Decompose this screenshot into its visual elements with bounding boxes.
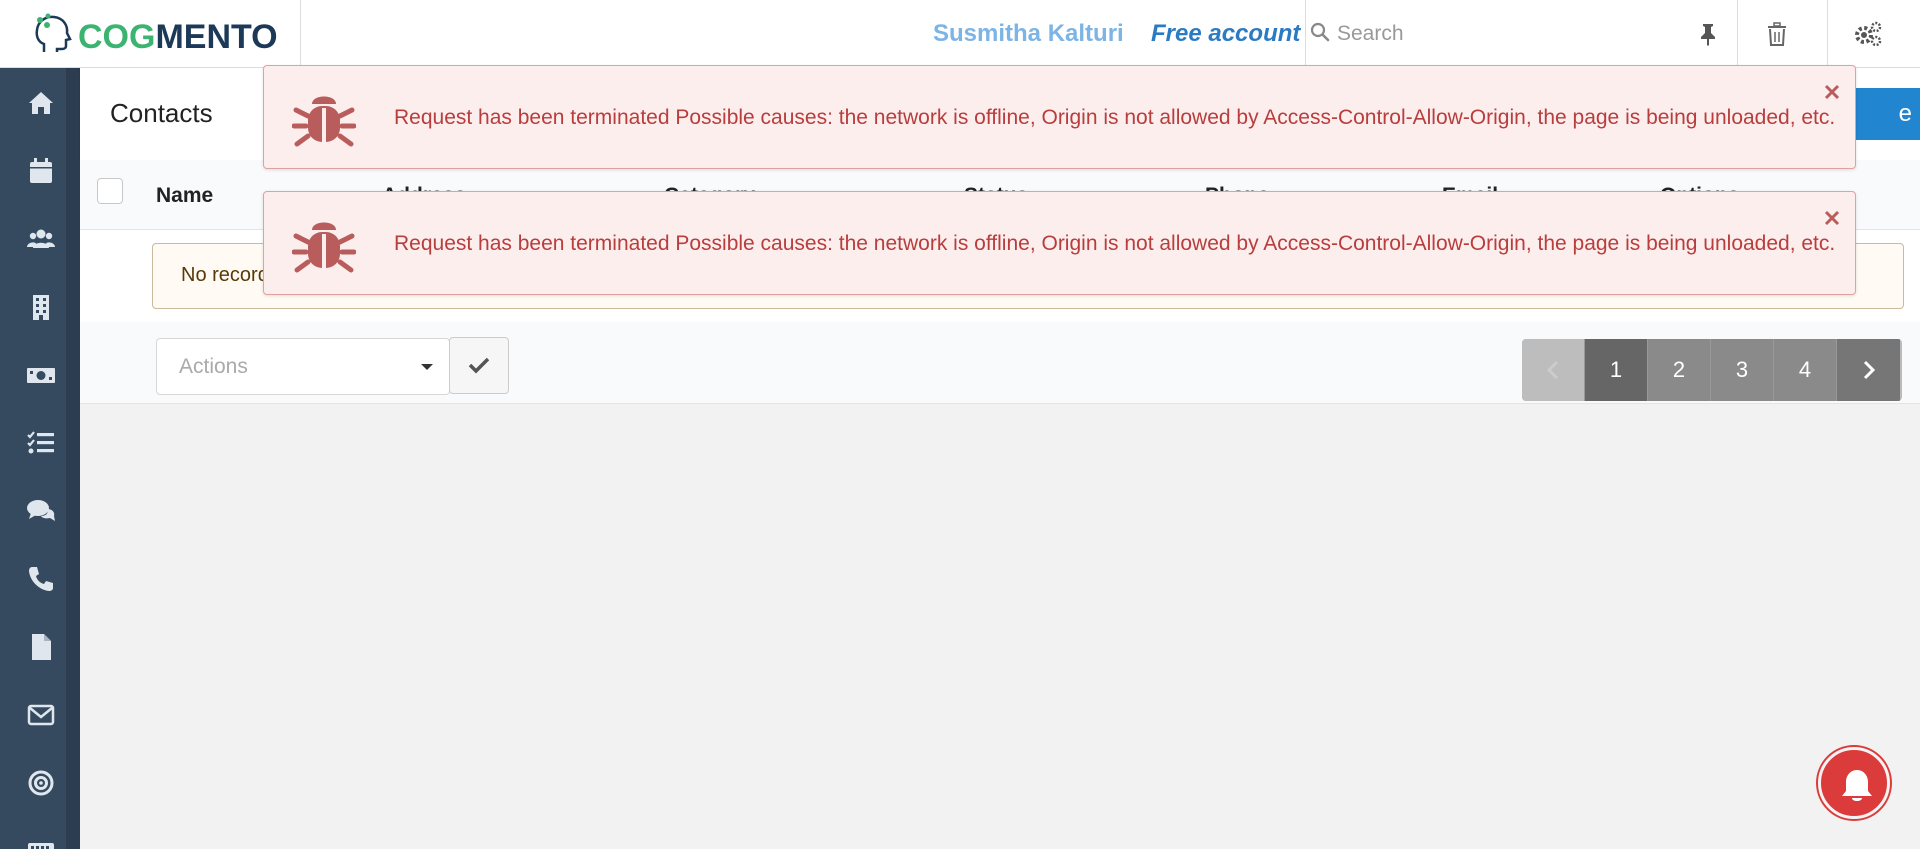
sidebar xyxy=(0,68,80,849)
pagination-page-1[interactable]: 1 xyxy=(1585,339,1648,401)
calendar-icon[interactable] xyxy=(26,156,56,186)
pagination-page-2[interactable]: 2 xyxy=(1648,339,1711,401)
page-title: Contacts xyxy=(110,98,213,128)
error-toast-message: Request has been terminated Possible cau… xyxy=(394,106,1836,129)
logo[interactable]: COGMENTO xyxy=(0,0,301,68)
search-input[interactable] xyxy=(1337,18,1677,50)
error-toast-message: Request has been terminated Possible cau… xyxy=(394,232,1836,255)
column-name[interactable]: Name xyxy=(156,184,213,208)
pin-icon[interactable] xyxy=(1697,22,1719,46)
bell-icon xyxy=(1842,770,1872,801)
search-icon xyxy=(1310,22,1330,42)
trash-icon[interactable] xyxy=(1766,22,1788,46)
document-icon[interactable] xyxy=(26,632,56,662)
header-divider xyxy=(1737,0,1738,68)
pagination-page-4[interactable]: 4 xyxy=(1774,339,1837,401)
user-name[interactable]: Susmitha Kalturi xyxy=(933,20,1124,48)
caret-down-icon xyxy=(421,364,433,370)
contacts-icon[interactable] xyxy=(26,224,56,254)
logo-text: COGMENTO xyxy=(78,20,278,54)
target-icon[interactable] xyxy=(26,768,56,798)
company-icon[interactable] xyxy=(26,292,56,322)
apply-action-button[interactable] xyxy=(449,337,509,394)
error-toast: Request has been terminated Possible cau… xyxy=(263,191,1856,295)
close-icon[interactable] xyxy=(1824,210,1840,226)
logo-head-icon xyxy=(35,13,72,52)
actions-dropdown[interactable]: Actions xyxy=(156,338,450,395)
phone-icon[interactable] xyxy=(26,564,56,594)
chevron-left-icon xyxy=(1546,360,1559,380)
bug-icon xyxy=(292,96,356,147)
pagination-page-3[interactable]: 3 xyxy=(1711,339,1774,401)
actions-placeholder: Actions xyxy=(179,355,248,378)
bug-icon xyxy=(292,222,356,273)
logo-text-mento: MENTO xyxy=(155,18,278,56)
account-type[interactable]: Free account xyxy=(1151,20,1300,48)
gear-icon[interactable] xyxy=(1853,20,1883,48)
main-content: Contacts e Name Address Category Status … xyxy=(80,68,1920,849)
chevron-right-icon xyxy=(1863,360,1875,380)
sidebar-scrollbar[interactable] xyxy=(66,68,80,849)
header-divider xyxy=(1827,0,1828,68)
top-header: COGMENTO Susmitha Kalturi Free account xyxy=(0,0,1920,68)
chat-icon[interactable] xyxy=(26,496,56,526)
email-icon[interactable] xyxy=(26,700,56,730)
logo-text-cog: COG xyxy=(78,18,156,56)
select-all-checkbox[interactable] xyxy=(97,178,123,204)
error-toast: Request has been terminated Possible cau… xyxy=(263,65,1856,169)
keyboard-icon[interactable] xyxy=(26,836,56,849)
pagination: 1 2 3 4 xyxy=(1522,339,1902,401)
close-icon[interactable] xyxy=(1824,84,1840,100)
pagination-prev[interactable] xyxy=(1522,339,1585,401)
tasks-icon[interactable] xyxy=(26,428,56,458)
checkmark-icon xyxy=(468,357,490,374)
deals-icon[interactable] xyxy=(26,360,56,390)
notifications-button[interactable] xyxy=(1818,747,1890,819)
pagination-next[interactable] xyxy=(1837,339,1900,401)
home-icon[interactable] xyxy=(26,88,56,118)
